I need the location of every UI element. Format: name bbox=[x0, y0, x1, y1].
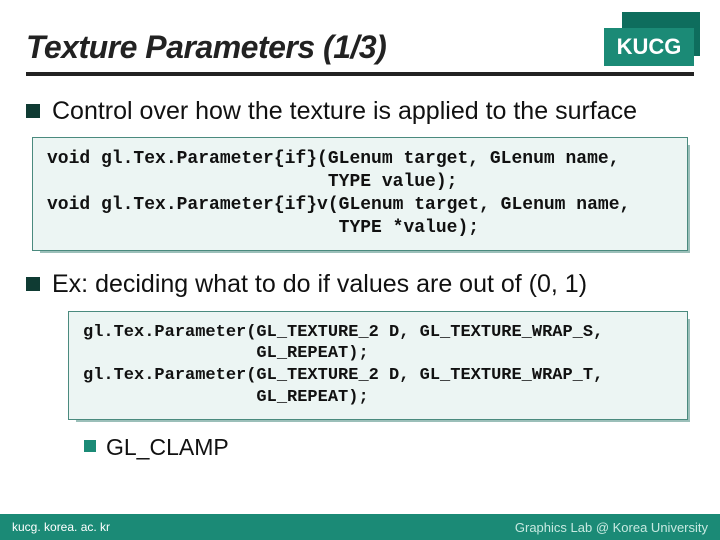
bullet-2: Ex: deciding what to do if values are ou… bbox=[26, 269, 694, 300]
logo: KUCG bbox=[598, 18, 694, 66]
content: Control over how the texture is applied … bbox=[26, 88, 694, 461]
logo-text: KUCG bbox=[604, 28, 694, 66]
bullet-square-icon bbox=[84, 440, 96, 452]
bullet-1: Control over how the texture is applied … bbox=[26, 96, 694, 127]
sub-bullet-1-text: GL_CLAMP bbox=[106, 434, 229, 462]
title-bar: Texture Parameters (1/3) KUCG bbox=[26, 18, 694, 76]
footer-attribution: Graphics Lab @ Korea University bbox=[515, 520, 708, 535]
code-block-2: gl.Tex.Parameter(GL_TEXTURE_2 D, GL_TEXT… bbox=[68, 311, 688, 420]
bullet-square-icon bbox=[26, 104, 40, 118]
slide: Texture Parameters (1/3) KUCG Control ov… bbox=[0, 0, 720, 540]
slide-title: Texture Parameters (1/3) bbox=[26, 29, 386, 66]
code-block-1-text: void gl.Tex.Parameter{if}(GLenum target,… bbox=[32, 137, 688, 251]
bullet-square-icon bbox=[26, 277, 40, 291]
footer-url: kucg. korea. ac. kr bbox=[12, 520, 110, 534]
code-block-2-text: gl.Tex.Parameter(GL_TEXTURE_2 D, GL_TEXT… bbox=[68, 311, 688, 420]
code-block-1: void gl.Tex.Parameter{if}(GLenum target,… bbox=[32, 137, 688, 251]
footer: kucg. korea. ac. kr Graphics Lab @ Korea… bbox=[0, 514, 720, 540]
bullet-1-text: Control over how the texture is applied … bbox=[52, 96, 637, 127]
bullet-2-text: Ex: deciding what to do if values are ou… bbox=[52, 269, 587, 300]
sub-bullet-1: GL_CLAMP bbox=[84, 434, 694, 462]
